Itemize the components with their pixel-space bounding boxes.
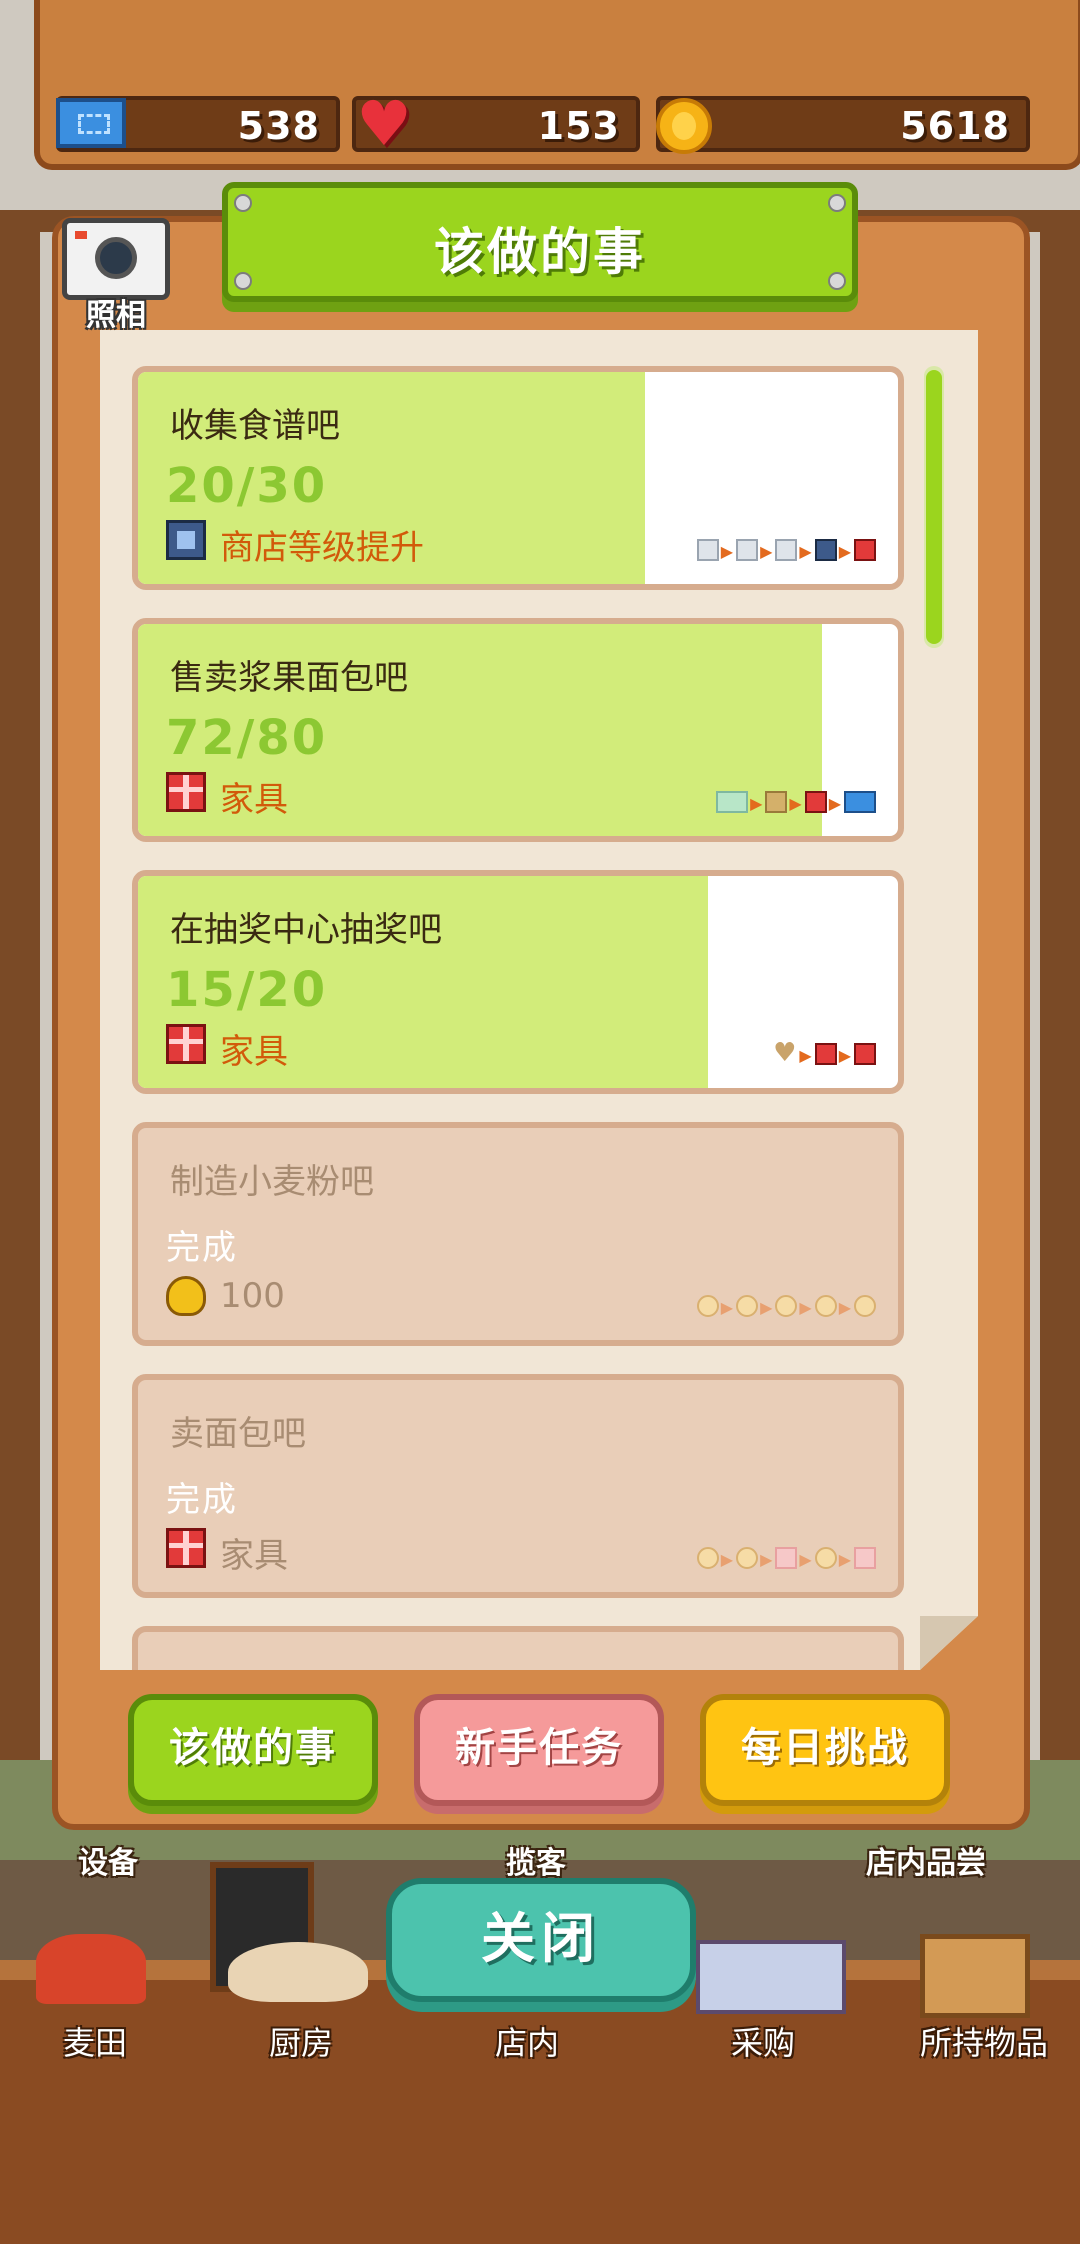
camera-button[interactable] bbox=[62, 218, 170, 300]
coins-value: 5618 bbox=[900, 104, 1010, 148]
camera-label: 照相 bbox=[86, 298, 146, 333]
purchase-art bbox=[696, 1940, 846, 2014]
task-card[interactable]: 在抽奖中心抽奖吧 15/20 家具 ♥ ▶ ▶ bbox=[132, 870, 904, 1094]
task-reward: 家具 bbox=[220, 1032, 288, 1072]
nav-kitchen[interactable]: 厨房 bbox=[258, 2018, 344, 2064]
task-name: 收集食谱吧 bbox=[170, 406, 340, 446]
equipment-label[interactable]: 设备 bbox=[78, 1838, 138, 1882]
panel-title: 该做的事 bbox=[434, 223, 646, 281]
task-progress: 20/30 bbox=[166, 458, 328, 514]
kitchen-art bbox=[228, 1942, 368, 2002]
reward-chain: ▶ ▶ ▶ ▶ bbox=[696, 534, 876, 564]
task-name: 卖面包吧 bbox=[170, 1414, 306, 1454]
attract-label[interactable]: 揽客 bbox=[506, 1838, 566, 1882]
task-card-completed[interactable]: 制造小麦粉吧 完成 100 ▶ ▶ ▶ ▶ bbox=[132, 1122, 904, 1346]
tasting-label[interactable]: 店内品尝 bbox=[866, 1838, 986, 1882]
tickets-value: 538 bbox=[237, 104, 320, 148]
task-card[interactable]: 售卖浆果面包吧 72/80 家具 ▶ ▶ ▶ bbox=[132, 618, 904, 842]
gift-icon bbox=[166, 1528, 206, 1568]
gift-icon bbox=[166, 1024, 206, 1064]
task-card-partial[interactable] bbox=[132, 1626, 904, 1670]
camera-flash bbox=[75, 231, 87, 239]
nav-inventory[interactable]: 所持物品 bbox=[904, 2018, 1064, 2064]
reward-chain: ♥ ▶ ▶ bbox=[773, 1038, 876, 1068]
shop-counter bbox=[0, 1960, 1080, 2244]
hearts-value: 153 bbox=[537, 104, 620, 148]
task-reward: 商店等级提升 bbox=[220, 528, 424, 568]
tab-newbie-tasks[interactable]: 新手任务 bbox=[414, 1694, 664, 1806]
scrollbar-thumb[interactable] bbox=[926, 370, 942, 644]
inventory-box-art bbox=[920, 1934, 1030, 2018]
heart-icon: ♥ bbox=[356, 87, 412, 160]
tab-todo[interactable]: 该做的事 bbox=[128, 1694, 378, 1806]
nav-purchase[interactable]: 采购 bbox=[720, 2018, 806, 2064]
nav-field[interactable]: 麦田 bbox=[52, 2018, 138, 2064]
task-card-completed[interactable]: 卖面包吧 完成 家具 ▶ ▶ ▶ ▶ bbox=[132, 1374, 904, 1598]
coins-counter: 5618 bbox=[656, 96, 1030, 152]
coin-icon bbox=[656, 98, 712, 154]
tab-daily-challenge[interactable]: 每日挑战 bbox=[700, 1694, 950, 1806]
reward-chain: ▶ ▶ ▶ bbox=[716, 786, 876, 816]
task-reward: 家具 bbox=[220, 1536, 288, 1576]
field-art bbox=[36, 1934, 146, 2004]
task-status: 完成 bbox=[166, 1480, 238, 1520]
camera-icon bbox=[95, 237, 137, 279]
task-status: 完成 bbox=[166, 1228, 238, 1268]
task-reward: 家具 bbox=[220, 780, 288, 820]
coin-icon bbox=[166, 1276, 206, 1316]
task-name: 制造小麦粉吧 bbox=[170, 1162, 374, 1202]
reward-chain: ▶ ▶ ▶ ▶ bbox=[696, 1542, 876, 1572]
nav-store[interactable]: 店内 bbox=[484, 2018, 570, 2064]
shop-icon bbox=[166, 520, 206, 560]
panel-title-banner: 该做的事 bbox=[222, 182, 858, 302]
task-reward: 100 bbox=[220, 1276, 285, 1316]
ticket-icon bbox=[56, 98, 126, 148]
task-progress: 72/80 bbox=[166, 710, 328, 766]
gift-icon bbox=[166, 772, 206, 812]
task-name: 在抽奖中心抽奖吧 bbox=[170, 910, 442, 950]
close-button[interactable]: 关闭 bbox=[386, 1878, 696, 2002]
task-name: 售卖浆果面包吧 bbox=[170, 658, 408, 698]
reward-chain: ▶ ▶ ▶ ▶ bbox=[696, 1290, 876, 1320]
task-card[interactable]: 收集食谱吧 20/30 商店等级提升 ▶ ▶ ▶ ▶ bbox=[132, 366, 904, 590]
task-progress: 15/20 bbox=[166, 962, 328, 1018]
